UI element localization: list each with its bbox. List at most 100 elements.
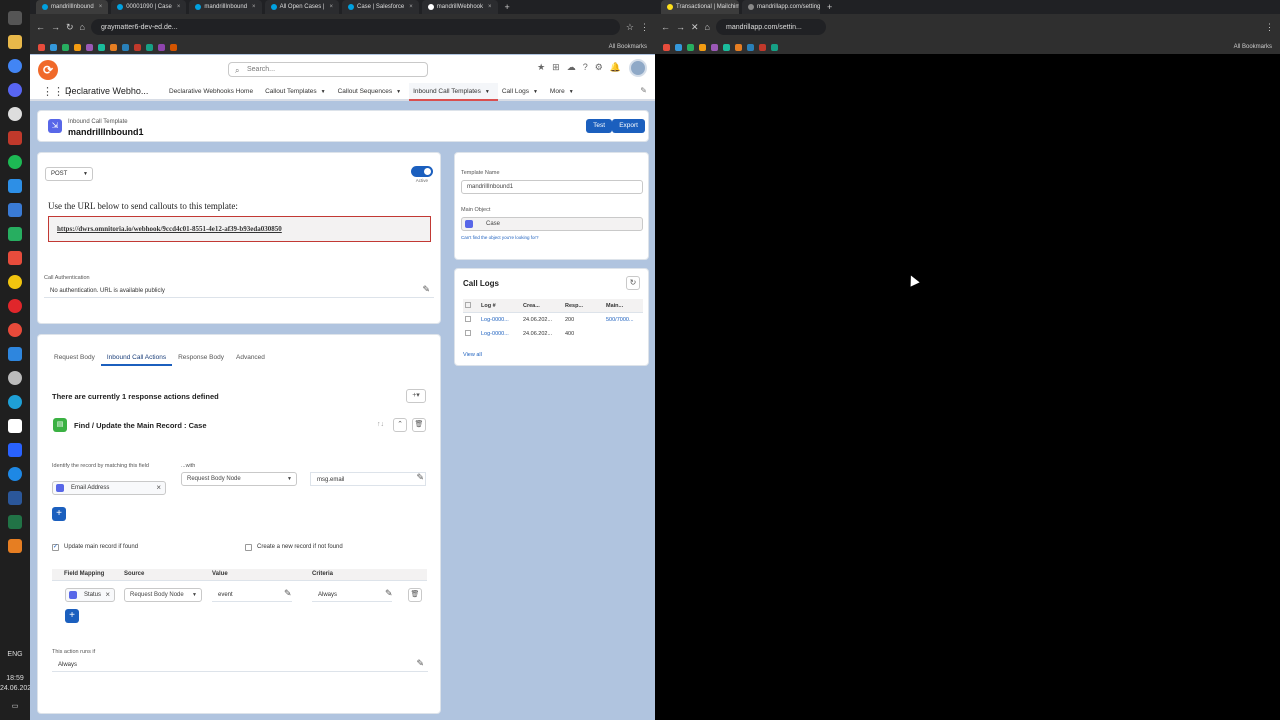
discord-icon[interactable] xyxy=(8,83,22,97)
excel-icon[interactable] xyxy=(8,515,22,529)
mapping-value[interactable]: event xyxy=(212,588,292,602)
column-header[interactable]: Crea... xyxy=(523,303,540,309)
add-action-button[interactable]: +▾ xyxy=(406,389,426,403)
browser-tab[interactable]: mandrillInbound × xyxy=(36,0,109,14)
row-checkbox[interactable] xyxy=(465,330,471,336)
match-field-pill[interactable]: Email Address × xyxy=(52,481,166,495)
new-tab-icon[interactable]: + xyxy=(827,2,832,12)
export-button[interactable]: Export xyxy=(612,119,645,133)
stop-loading-icon[interactable]: ✕ xyxy=(691,22,699,33)
app-logo[interactable]: ⟳ xyxy=(38,60,58,80)
nav-item[interactable]: Callout Sequences ▼ xyxy=(334,83,410,101)
bookmark-icon[interactable] xyxy=(62,43,69,51)
bookmark-icon[interactable] xyxy=(146,43,153,51)
bookmark-icon[interactable] xyxy=(74,43,81,51)
bookmark-icon[interactable] xyxy=(699,43,706,51)
app-icon[interactable] xyxy=(8,275,22,289)
close-tab-icon[interactable]: × xyxy=(99,4,103,10)
subtab[interactable]: Response Body xyxy=(172,351,230,366)
nav-item[interactable]: Callout Templates ▼ xyxy=(261,83,334,101)
subtab[interactable]: Request Body xyxy=(48,351,101,366)
bookmark-icon[interactable] xyxy=(134,43,141,51)
refresh-icon[interactable]: ↻ xyxy=(626,276,640,290)
url-field[interactable]: mandrillapp.com/settin... xyxy=(715,19,826,35)
create-if-not-found-checkbox[interactable] xyxy=(245,544,252,551)
close-tab-icon[interactable]: × xyxy=(177,4,181,10)
app-icon[interactable] xyxy=(8,251,22,265)
log-main-link[interactable]: 500/7000... xyxy=(606,317,634,323)
subtab[interactable]: Advanced xyxy=(230,351,271,366)
browser-tab[interactable]: Case | Salesforce × xyxy=(342,0,419,14)
extensions-icon[interactable]: ⋮ xyxy=(1265,22,1274,33)
remove-field-icon[interactable]: × xyxy=(105,589,110,601)
app-icon[interactable] xyxy=(8,539,22,553)
remove-field-icon[interactable]: × xyxy=(156,482,161,494)
clock-date[interactable]: 24.06.2024 xyxy=(0,684,35,694)
home-icon[interactable]: ⌂ xyxy=(80,22,85,32)
app-icon[interactable] xyxy=(8,371,22,385)
app-icon[interactable] xyxy=(8,107,22,121)
bookmark-icon[interactable] xyxy=(86,43,93,51)
update-if-found-checkbox[interactable]: ✓ xyxy=(52,544,59,551)
global-search-input[interactable]: ⌕ Search... xyxy=(228,62,428,77)
chevron-down-icon[interactable]: ▼ xyxy=(396,89,401,95)
app-icon[interactable] xyxy=(8,443,22,457)
bookmark-icon[interactable] xyxy=(38,43,45,51)
mapping-criteria[interactable]: Always xyxy=(312,588,392,602)
source-path-value[interactable]: msg.email xyxy=(310,472,426,486)
add-icon[interactable]: ⊞ xyxy=(552,62,560,73)
app-icon[interactable] xyxy=(8,347,22,361)
edit-runs-if-pencil-icon[interactable]: ✎ xyxy=(416,658,424,669)
app-icon[interactable] xyxy=(8,419,22,433)
app-icon[interactable] xyxy=(8,467,22,481)
close-tab-icon[interactable]: × xyxy=(252,4,256,10)
collapse-chevron-icon[interactable]: ⌃ xyxy=(393,418,407,432)
bookmark-icon[interactable] xyxy=(98,43,105,51)
chrome-icon[interactable] xyxy=(8,59,22,73)
app-icon[interactable] xyxy=(8,203,22,217)
vscode-icon[interactable] xyxy=(8,179,22,193)
row-checkbox[interactable] xyxy=(465,316,471,322)
home-icon[interactable]: ⌂ xyxy=(705,22,710,32)
word-icon[interactable] xyxy=(8,491,22,505)
notification-icon[interactable]: ▭ xyxy=(0,702,30,712)
column-header[interactable]: Resp... xyxy=(565,303,583,309)
all-bookmarks[interactable]: All Bookmarks xyxy=(609,44,647,50)
view-all-link[interactable]: View all xyxy=(463,352,482,358)
back-icon[interactable]: ← xyxy=(36,22,45,32)
column-header[interactable]: Log # xyxy=(481,303,496,309)
explorer-icon[interactable] xyxy=(8,35,22,49)
help-icon[interactable]: ? xyxy=(583,62,588,73)
runs-if-value[interactable]: Always xyxy=(52,658,428,672)
app-icon[interactable] xyxy=(8,227,22,241)
main-object-input[interactable]: Case xyxy=(461,217,643,231)
delete-mapping-icon[interactable]: 🗑 xyxy=(408,588,422,602)
trailhead-icon[interactable]: ☁ xyxy=(567,62,576,73)
bookmark-icon[interactable] xyxy=(711,43,718,51)
test-button[interactable]: Test xyxy=(586,119,612,133)
log-link[interactable]: Log-0000... xyxy=(481,331,509,337)
chevron-down-icon[interactable]: ▼ xyxy=(533,89,538,95)
browser-tab[interactable]: Transactional | Mailchimp× xyxy=(661,0,739,14)
chevron-down-icon[interactable]: ▼ xyxy=(485,89,490,95)
edit-criteria-pencil-icon[interactable]: ✎ xyxy=(385,588,393,599)
delete-action-icon[interactable]: 🗑 xyxy=(412,418,426,432)
edit-value-pencil-icon[interactable]: ✎ xyxy=(284,588,292,599)
url-field[interactable]: graymatter6-dev-ed.de... xyxy=(90,19,620,35)
app-icon[interactable] xyxy=(8,131,22,145)
column-header[interactable]: Main... xyxy=(606,303,623,309)
bookmark-icon[interactable] xyxy=(759,43,766,51)
reorder-arrows-icon[interactable]: ↑↓ xyxy=(377,421,384,428)
cant-find-object-link[interactable]: Can't find the object you're looking for… xyxy=(461,235,539,240)
user-avatar[interactable] xyxy=(629,59,647,77)
forward-icon[interactable]: → xyxy=(51,22,60,32)
browser-tab[interactable]: mandrillInbound × xyxy=(189,0,262,14)
browser-tab[interactable]: mandrillWebhook × xyxy=(421,0,498,14)
all-bookmarks[interactable]: All Bookmarks xyxy=(1234,44,1272,50)
opera-icon[interactable] xyxy=(8,299,22,313)
bookmark-icon[interactable] xyxy=(735,43,742,51)
close-tab-icon[interactable]: × xyxy=(409,4,413,10)
notifications-bell-icon[interactable]: 🔔 xyxy=(610,62,621,73)
bookmark-icon[interactable] xyxy=(158,43,165,51)
app-icon[interactable] xyxy=(8,323,22,337)
